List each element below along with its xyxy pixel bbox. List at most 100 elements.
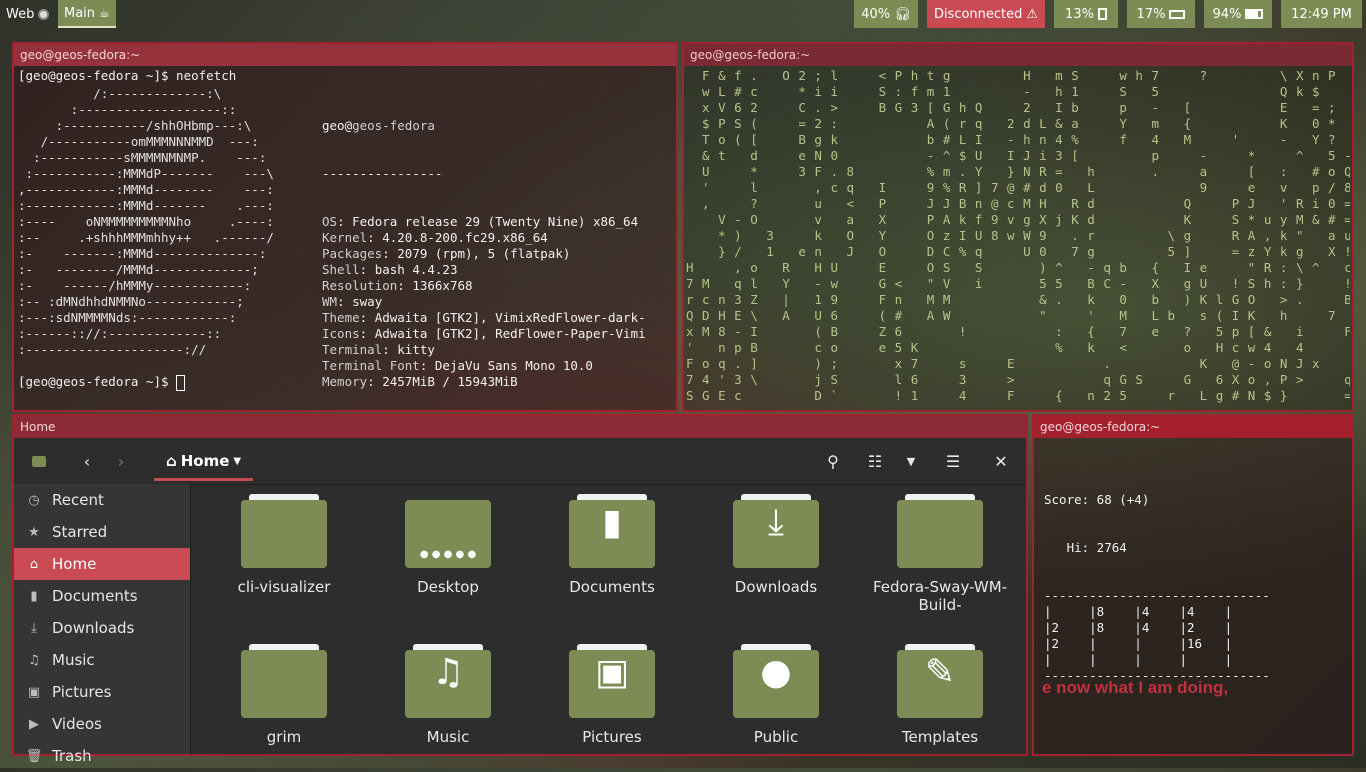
location-button-home[interactable]: ⌂ Home ▼ (154, 444, 254, 481)
terminal-prompt-line: [geo@geos-fedora ~]$ neofetch (18, 68, 237, 83)
window-title: Home (14, 416, 1026, 438)
back-button[interactable]: ‹ (72, 446, 102, 476)
info-lines: OS: Fedora release 29 (Twenty Nine) x86_… (322, 214, 646, 390)
info-value: Adwaita [GTK2], RedFlower-Paper-Vimi (374, 326, 646, 341)
cpu-module[interactable]: 13% (1054, 0, 1118, 28)
sidebar-item-label: Pictures (52, 683, 112, 701)
info-line-theme: Theme: Adwaita [GTK2], VimixRedFlower-da… (322, 310, 646, 326)
info-separator: : (359, 326, 375, 341)
sidebar-item-pictures[interactable]: ▣ Pictures (14, 676, 190, 708)
game-board: ------------------------------ | |8 |4 |… (1044, 588, 1270, 683)
terminal-prompt-current[interactable]: [geo@geos-fedora ~]$ (18, 374, 186, 391)
info-separator: : (337, 214, 353, 229)
file-item-desktop[interactable]: ● ● ● ● ● Desktop (378, 494, 518, 596)
info-key: Theme (322, 310, 360, 325)
hi-score-line: Hi: 2764 (1044, 540, 1127, 555)
info-line-packages: Packages: 2079 (rpm), 5 (flatpak) (322, 246, 646, 262)
info-separator: : (382, 342, 398, 357)
separator-line: ---------------- (322, 166, 443, 181)
music-icon: ♫ (28, 652, 40, 668)
menu-button[interactable]: ☰ (938, 446, 968, 476)
hamburger-icon: ☰ (945, 451, 961, 471)
sidebar-item-starred[interactable]: ★ Starred (14, 516, 190, 548)
window-title: geo@geos-fedora:~ (684, 44, 1352, 66)
search-button[interactable]: ⚲ (818, 446, 848, 476)
video-icon: ▶ (29, 716, 39, 732)
file-item-templates[interactable]: ✎ Templates (870, 644, 1010, 746)
network-status: Disconnected (933, 6, 1023, 22)
user-host-line: geo@geos-fedora (322, 118, 646, 134)
forward-button[interactable]: › (106, 446, 136, 476)
sidebar-item-documents[interactable]: ▮ Documents (14, 580, 190, 612)
documents-folder-icon: ▮ (569, 494, 655, 568)
folder-icon (241, 494, 327, 568)
file-item-fedora-sway-wm-build[interactable]: Fedora-Sway-WM-Build- (870, 494, 1010, 614)
terminal-neofetch-window[interactable]: geo@geos-fedora:~ [geo@geos-fedora ~]$ n… (12, 42, 678, 454)
memory-module[interactable]: 17% (1127, 0, 1195, 28)
file-item-label: Downloads (734, 578, 818, 596)
location-label: Home (180, 452, 230, 470)
terminal-game-window[interactable]: geo@geos-fedora:~ Score: 68 (+4) Hi: 276… (1032, 414, 1354, 756)
info-key: WM (322, 294, 338, 309)
info-value: kitty (397, 342, 435, 357)
home-icon: ⌂ (166, 452, 177, 470)
folder-glyph: ● (760, 652, 792, 693)
chevron-left-icon: ‹ (83, 451, 91, 471)
file-item-label: Templates (901, 728, 979, 746)
sidebar-item-trash[interactable]: 🗑︎ Trash (14, 740, 190, 772)
view-options-button[interactable]: ▼ (896, 446, 926, 476)
sidebar-item-label: Downloads (52, 619, 135, 637)
view-toggle-button[interactable]: ☷ (860, 446, 890, 476)
info-value: Adwaita [GTK2], VimixRedFlower-dark- (374, 310, 646, 325)
sidebar-item-recent[interactable]: ◷ Recent (14, 484, 190, 516)
desktop-folder-icon: ● ● ● ● ● (405, 494, 491, 568)
folder-glyph: ● ● ● ● ● (419, 549, 477, 560)
info-line-shell: Shell: bash 4.4.23 (322, 262, 646, 278)
home-icon: ⌂ (29, 556, 39, 572)
info-value: 2457MiB / 15943MiB (382, 374, 518, 389)
headphones-icon: 🎧︎ (894, 6, 911, 22)
text-cursor (176, 374, 186, 391)
terminal-matrix-window[interactable]: geo@geos-fedora:~ F & f . O 2 ; l < P h … (682, 42, 1354, 412)
volume-module[interactable]: 40% 🎧︎ (854, 0, 918, 28)
file-manager-window[interactable]: Home ‹ › ⌂ Home ▼ ⚲ ☷ ▼ ☰ ✕ ◷ Recent ★ Star… (12, 414, 1028, 765)
workspace-web[interactable]: Web (0, 0, 58, 28)
file-item-public[interactable]: ● Public (706, 644, 846, 746)
info-key: Kernel (322, 230, 368, 245)
file-item-documents[interactable]: ▮ Documents (542, 494, 682, 596)
folder-glyph: ▮ (602, 502, 622, 543)
file-item-label: Desktop (417, 578, 479, 596)
info-line-terminal-font: Terminal Font: DejaVu Sans Mono 10.0 (322, 358, 646, 374)
search-icon: ⚲ (827, 451, 839, 471)
drive-button[interactable] (24, 446, 54, 476)
info-key: Memory (322, 374, 368, 389)
battery-module[interactable]: 94% (1204, 0, 1272, 28)
file-item-music[interactable]: ♫ Music (378, 644, 518, 746)
info-line-icons: Icons: Adwaita [GTK2], RedFlower-Paper-V… (322, 326, 646, 342)
folder-body (241, 650, 327, 718)
close-button[interactable]: ✕ (986, 446, 1016, 476)
file-item-downloads[interactable]: ⤓ Downloads (706, 494, 846, 596)
info-separator: : (367, 374, 383, 389)
clock-value: 12:49 PM (1291, 6, 1352, 22)
folder-glyph: ⤓ (768, 502, 784, 543)
workspace-main[interactable]: Main ☕ (58, 0, 116, 28)
network-module[interactable]: Disconnected ⚠ (927, 0, 1045, 28)
clock-module[interactable]: 12:49 PM (1281, 0, 1362, 28)
info-line-os: OS: Fedora release 29 (Twenty Nine) x86_… (322, 214, 646, 230)
info-key: OS (322, 214, 338, 229)
public-folder-icon: ● (733, 644, 819, 718)
sidebar-item-videos[interactable]: ▶ Videos (14, 708, 190, 740)
fedora-ascii-logo: /:-------------:\ :-------------------::… (18, 86, 274, 357)
drive-icon (32, 455, 46, 467)
sidebar-item-label: Videos (52, 715, 102, 733)
host-name: geos-fedora (352, 118, 435, 133)
file-item-pictures[interactable]: ▣ Pictures (542, 644, 682, 746)
sidebar-item-home[interactable]: ⌂ Home (14, 548, 190, 580)
info-separator: : (367, 230, 383, 245)
document-icon: ▮ (30, 588, 38, 604)
file-item-grim[interactable]: grim (214, 644, 354, 746)
sidebar-item-downloads[interactable]: ⤓ Downloads (14, 612, 190, 644)
file-item-cli-visualizer[interactable]: cli-visualizer (214, 494, 354, 596)
sidebar-item-music[interactable]: ♫ Music (14, 644, 190, 676)
